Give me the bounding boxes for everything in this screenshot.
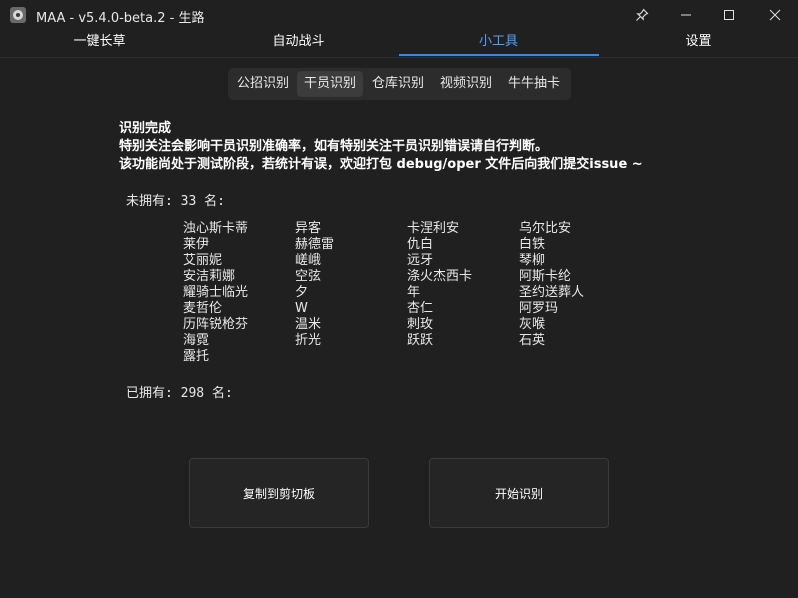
- tab-tools[interactable]: 小工具: [399, 30, 598, 56]
- maa-logo-icon: [10, 7, 26, 23]
- nav-divider: [0, 57, 798, 58]
- recognition-note-2: 该功能尚处于测试阶段，若统计有误，欢迎打包 debug/oper 文件后向我们提…: [119, 157, 643, 172]
- operator-name: 圣约送葬人: [519, 285, 585, 300]
- tools-tab-bar: 公招识别 干员识别 仓库识别 视频识别 牛牛抽卡: [228, 68, 571, 100]
- not-owned-label: 未拥有: 33 名:: [126, 194, 225, 209]
- operator-name: 乌尔比安: [519, 221, 572, 236]
- operator-name: 仇白: [407, 237, 434, 252]
- tab-one-click[interactable]: 一键长草: [0, 30, 199, 56]
- operator-name: 涤火杰西卡: [407, 269, 473, 284]
- operator-name: 异客: [295, 221, 322, 236]
- pin-icon-glyph: [636, 8, 649, 21]
- operator-name: 历阵锐枪芬: [183, 317, 249, 332]
- operator-name: 灰喉: [519, 317, 546, 332]
- operator-name: 阿斯卡纶: [519, 269, 572, 284]
- recognition-status: 识别完成: [119, 121, 172, 136]
- operator-name: 阿罗玛: [519, 301, 559, 316]
- operator-name: 海霓: [183, 333, 210, 348]
- maximize-icon: [724, 10, 734, 20]
- close-icon: [769, 9, 781, 21]
- operator-name: 年: [407, 285, 421, 300]
- operator-name: 夕: [295, 285, 309, 300]
- tab-settings[interactable]: 设置: [599, 30, 798, 56]
- operator-name: 耀骑士临光: [183, 285, 249, 300]
- operator-name: 卡涅利安: [407, 221, 460, 236]
- tab-video-recognition[interactable]: 视频识别: [433, 71, 499, 97]
- operator-name: 白铁: [519, 237, 546, 252]
- active-tab-indicator: [399, 54, 599, 56]
- tab-recruit-recognition[interactable]: 公招识别: [231, 71, 295, 97]
- operator-name: 琴柳: [519, 253, 546, 268]
- title-bar[interactable]: MAA - v5.4.0-beta.2 - 生路: [0, 0, 798, 30]
- operator-result-list[interactable]: 未拥有: 33 名: 浊心斯卡蒂 异客 卡涅利安 乌尔比安莱伊 赫德雷 仇白 白铁艾丽妮 嵯峨…: [119, 180, 719, 418]
- operator-name: 杏仁: [407, 301, 434, 316]
- operator-name: 温米: [295, 317, 322, 332]
- close-button[interactable]: [753, 0, 797, 30]
- operator-name: 艾丽妮: [183, 253, 223, 268]
- operator-name: 石英: [519, 333, 546, 348]
- tab-auto-battle[interactable]: 自动战斗: [199, 30, 398, 56]
- tab-depot-recognition[interactable]: 仓库识别: [365, 71, 431, 97]
- operator-name: 安洁莉娜: [183, 269, 236, 284]
- operator-name: 折光: [295, 333, 322, 348]
- recognition-note-1: 特别关注会影响干员识别准确率，如有特别关注干员识别错误请自行判断。: [119, 139, 549, 154]
- operator-name: 空弦: [295, 269, 322, 284]
- operator-name: 刺玫: [407, 317, 434, 332]
- operator-name: 浊心斯卡蒂: [183, 221, 249, 236]
- pin-icon[interactable]: [620, 0, 664, 30]
- minimize-button[interactable]: [664, 0, 708, 30]
- maximize-button[interactable]: [707, 0, 751, 30]
- tab-gacha[interactable]: 牛牛抽卡: [501, 71, 567, 97]
- operator-name: W: [295, 301, 308, 316]
- operator-name: 麦哲伦: [183, 301, 223, 316]
- operator-name: 赫德雷: [295, 237, 335, 252]
- operator-name: 嵯峨: [295, 253, 322, 268]
- owned-label: 已拥有: 298 名:: [126, 386, 233, 401]
- main-nav: 一键长草 自动战斗 小工具 设置: [0, 30, 798, 56]
- operator-name: 莱伊: [183, 237, 210, 252]
- operator-name: 跃跃: [407, 333, 434, 348]
- minimize-icon: [681, 14, 691, 16]
- start-recognition-button[interactable]: 开始识别: [429, 458, 609, 528]
- not-owned-grid: 浊心斯卡蒂 异客 卡涅利安 乌尔比安莱伊 赫德雷 仇白 白铁艾丽妮 嵯峨 远牙 琴柳安洁莉娜 空弦 涤…: [183, 221, 631, 365]
- window-title: MAA - v5.4.0-beta.2 - 生路: [36, 11, 205, 26]
- copy-to-clipboard-button[interactable]: 复制到剪切板: [189, 458, 369, 528]
- operator-name: 露托: [183, 349, 210, 364]
- tab-operator-recognition[interactable]: 干员识别: [297, 71, 363, 97]
- operator-name: 远牙: [407, 253, 434, 268]
